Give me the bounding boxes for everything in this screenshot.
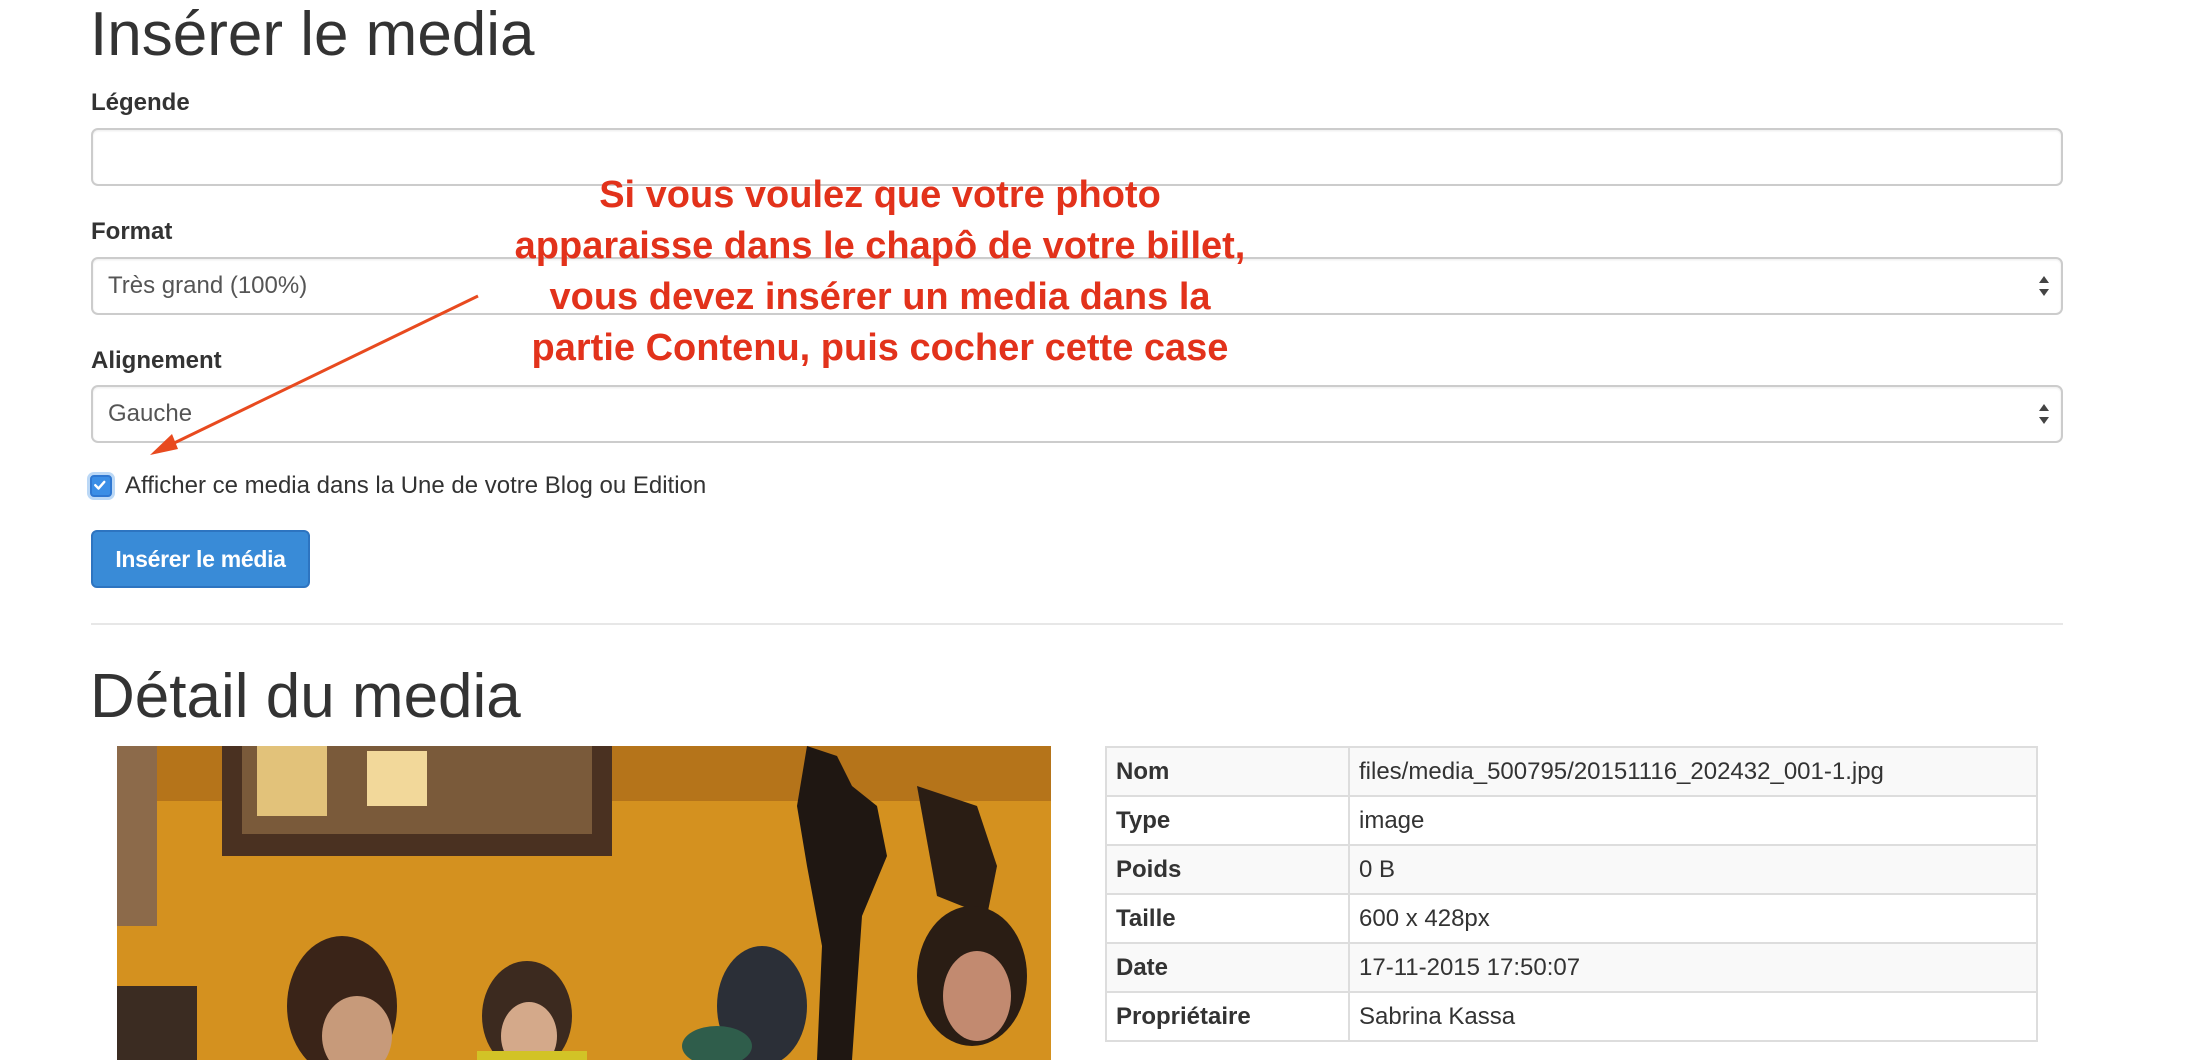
info-key-type: Type (1105, 795, 1350, 846)
table-row: Date 17-11-2015 17:50:07 (1105, 942, 2038, 993)
info-value-proprietaire: Sabrina Kassa (1348, 991, 2038, 1042)
media-preview-image (117, 746, 1051, 1060)
info-value-poids: 0 B (1348, 844, 2038, 895)
table-row: Poids 0 B (1105, 844, 2038, 895)
table-row: Nom files/media_500795/20151116_202432_0… (1105, 746, 2038, 797)
info-key-date: Date (1105, 942, 1350, 993)
table-row: Taille 600 x 428px (1105, 893, 2038, 944)
table-row: Propriétaire Sabrina Kassa (1105, 991, 2038, 1042)
photo-illustration (117, 746, 1051, 1060)
table-row: Type image (1105, 795, 2038, 846)
info-key-poids: Poids (1105, 844, 1350, 895)
info-value-nom: files/media_500795/20151116_202432_001-1… (1348, 746, 2038, 797)
info-key-nom: Nom (1105, 746, 1350, 797)
media-info-table: Nom files/media_500795/20151116_202432_0… (1105, 746, 2038, 1042)
info-key-proprietaire: Propriétaire (1105, 991, 1350, 1042)
media-detail-title: Détail du media (90, 662, 521, 731)
info-key-taille: Taille (1105, 893, 1350, 944)
info-value-date: 17-11-2015 17:50:07 (1348, 942, 2038, 993)
info-value-type: image (1348, 795, 2038, 846)
info-value-taille: 600 x 428px (1348, 893, 2038, 944)
